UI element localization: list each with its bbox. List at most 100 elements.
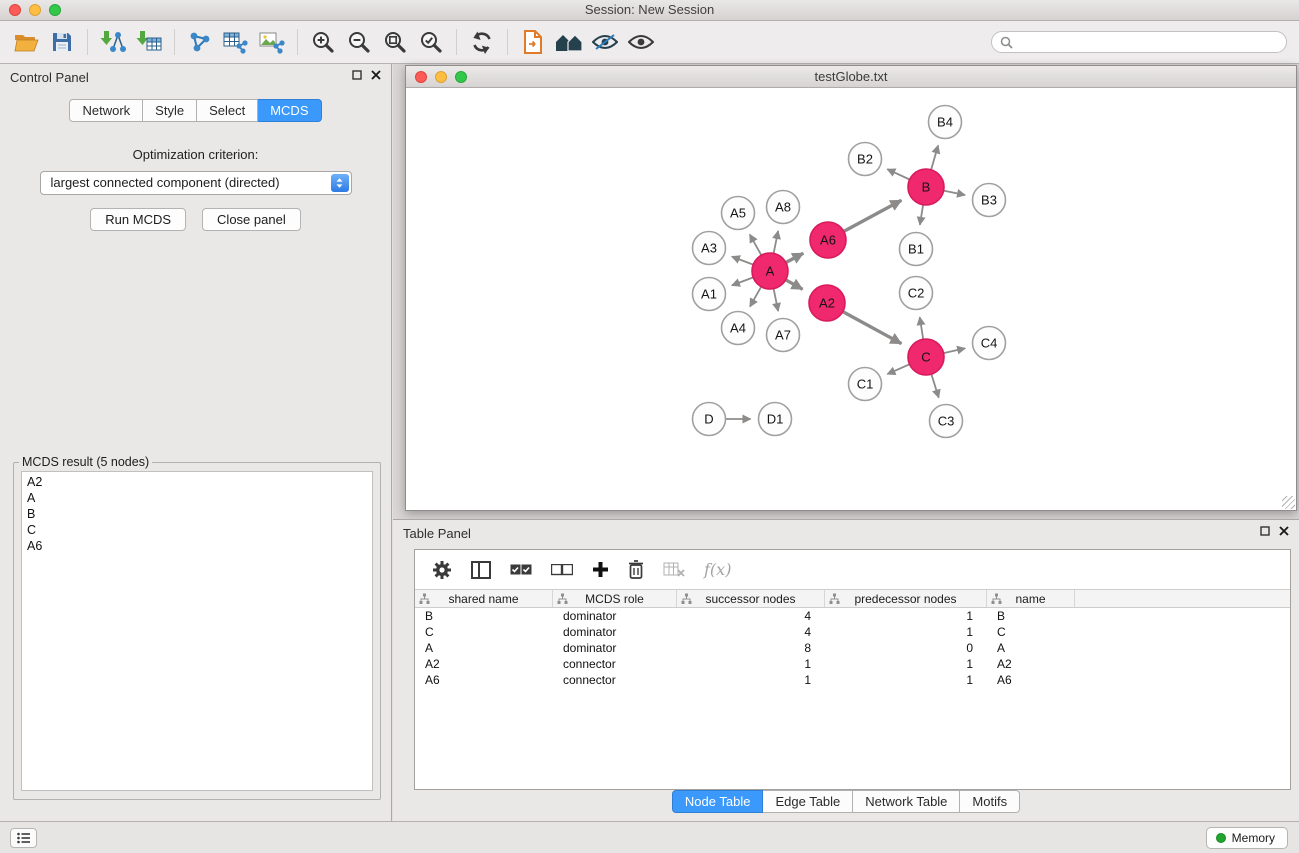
- function-builder-button[interactable]: f(x): [704, 560, 731, 579]
- open-session-button[interactable]: [8, 25, 44, 59]
- float-panel-icon[interactable]: [352, 70, 362, 80]
- tab-mcds[interactable]: MCDS: [258, 99, 321, 122]
- graph-node-D[interactable]: D: [693, 403, 726, 436]
- graph-node-A2[interactable]: A2: [809, 285, 845, 321]
- edge-A-A8[interactable]: [774, 231, 779, 253]
- edge-C-C4[interactable]: [944, 348, 966, 353]
- new-network-button[interactable]: [182, 25, 218, 59]
- optimization-criterion-select[interactable]: largest connected component (directed): [40, 171, 352, 195]
- network-graph[interactable]: B4B2BB3A5A8A6A3B1AA1A2C2A4A7C4CC1C3DD1: [406, 88, 1294, 510]
- graph-node-A[interactable]: A: [752, 253, 788, 289]
- network-from-table-button[interactable]: [218, 25, 254, 59]
- edge-A-A7[interactable]: [774, 289, 779, 311]
- graph-node-B4[interactable]: B4: [929, 106, 962, 139]
- search-field[interactable]: [991, 31, 1287, 53]
- tab-style[interactable]: Style: [143, 99, 197, 122]
- memory-button[interactable]: Memory: [1206, 827, 1288, 849]
- mcds-result-list[interactable]: A2ABCA6: [21, 471, 373, 791]
- edge-B-B2[interactable]: [887, 169, 909, 179]
- tab-node-table[interactable]: Node Table: [672, 790, 764, 813]
- list-item[interactable]: B: [27, 506, 367, 522]
- delete-column-button[interactable]: [628, 560, 644, 579]
- list-item[interactable]: A6: [27, 538, 367, 554]
- graph-node-B[interactable]: B: [908, 169, 944, 205]
- edge-A-A5[interactable]: [750, 235, 762, 256]
- edge-A-A6[interactable]: [786, 253, 803, 262]
- edge-A-A1[interactable]: [732, 277, 753, 285]
- close-panel-icon[interactable]: [371, 70, 381, 80]
- deselect-all-button[interactable]: [551, 564, 573, 576]
- graph-node-B2[interactable]: B2: [849, 143, 882, 176]
- edge-C-C3[interactable]: [931, 374, 938, 397]
- edge-B-B1[interactable]: [920, 205, 923, 225]
- close-table-panel-icon[interactable]: [1279, 526, 1289, 536]
- edge-A6-B[interactable]: [844, 200, 902, 231]
- close-window-button[interactable]: [9, 4, 21, 16]
- graph-node-C[interactable]: C: [908, 339, 944, 375]
- annotation-toggle-button[interactable]: [587, 25, 623, 59]
- column-header-predecessor-nodes[interactable]: predecessor nodes: [825, 590, 987, 607]
- tab-edge-table[interactable]: Edge Table: [763, 790, 853, 813]
- minimize-network-window-button[interactable]: [435, 71, 447, 83]
- edge-B-B4[interactable]: [931, 146, 938, 170]
- edge-A-A3[interactable]: [732, 257, 753, 265]
- select-all-button[interactable]: [510, 564, 532, 576]
- resize-grip[interactable]: [1282, 496, 1295, 509]
- run-mcds-button[interactable]: Run MCDS: [90, 208, 186, 231]
- graph-node-A1[interactable]: A1: [693, 278, 726, 311]
- list-item[interactable]: A: [27, 490, 367, 506]
- show-column-panel-button[interactable]: [471, 561, 491, 579]
- zoom-window-button[interactable]: [49, 4, 61, 16]
- graph-node-D1[interactable]: D1: [759, 403, 792, 436]
- task-history-button[interactable]: [10, 828, 37, 848]
- tab-network[interactable]: Network: [69, 99, 143, 122]
- refresh-layout-button[interactable]: [464, 25, 500, 59]
- zoom-selected-button[interactable]: [413, 25, 449, 59]
- table-settings-button[interactable]: [432, 560, 452, 580]
- close-network-window-button[interactable]: [415, 71, 427, 83]
- show-graphics-button[interactable]: [623, 25, 659, 59]
- tab-select[interactable]: Select: [197, 99, 258, 122]
- list-item[interactable]: A2: [27, 474, 367, 490]
- graph-node-A4[interactable]: A4: [722, 312, 755, 345]
- graph-node-C2[interactable]: C2: [900, 277, 933, 310]
- column-header-shared-name[interactable]: shared name: [415, 590, 553, 607]
- table-row[interactable]: A2connector11A2: [415, 656, 1290, 672]
- table-row[interactable]: Bdominator41B: [415, 608, 1290, 624]
- import-network-file-button[interactable]: [95, 25, 131, 59]
- column-header-name[interactable]: name: [987, 590, 1075, 607]
- zoom-out-button[interactable]: [341, 25, 377, 59]
- home-button[interactable]: [551, 25, 587, 59]
- close-panel-button[interactable]: Close panel: [202, 208, 301, 231]
- table-row[interactable]: A6connector11A6: [415, 672, 1290, 688]
- edge-A-A4[interactable]: [750, 287, 761, 307]
- search-input[interactable]: [1018, 35, 1278, 49]
- network-canvas[interactable]: B4B2BB3A5A8A6A3B1AA1A2C2A4A7C4CC1C3DD1: [406, 88, 1296, 510]
- delete-table-button[interactable]: [663, 562, 685, 578]
- edge-B-B3[interactable]: [944, 191, 965, 195]
- tab-network-table[interactable]: Network Table: [853, 790, 960, 813]
- graph-node-A8[interactable]: A8: [767, 191, 800, 224]
- float-table-panel-icon[interactable]: [1260, 526, 1270, 536]
- network-window-titlebar[interactable]: testGlobe.txt: [406, 66, 1296, 88]
- graph-node-B3[interactable]: B3: [973, 184, 1006, 217]
- graph-node-C4[interactable]: C4: [973, 327, 1006, 360]
- zoom-network-window-button[interactable]: [455, 71, 467, 83]
- column-header-successor-nodes[interactable]: successor nodes: [677, 590, 825, 607]
- edge-A2-C[interactable]: [843, 312, 902, 344]
- tab-motifs[interactable]: Motifs: [960, 790, 1020, 813]
- save-session-button[interactable]: [44, 25, 80, 59]
- add-column-button[interactable]: [592, 561, 609, 578]
- edge-C-C2[interactable]: [920, 317, 923, 339]
- open-document-button[interactable]: [515, 25, 551, 59]
- edge-A-A2[interactable]: [786, 280, 803, 290]
- minimize-window-button[interactable]: [29, 4, 41, 16]
- zoom-in-button[interactable]: [305, 25, 341, 59]
- table-row[interactable]: Cdominator41C: [415, 624, 1290, 640]
- network-image-button[interactable]: [254, 25, 290, 59]
- graph-node-A5[interactable]: A5: [722, 197, 755, 230]
- graph-node-C1[interactable]: C1: [849, 368, 882, 401]
- import-table-file-button[interactable]: [131, 25, 167, 59]
- edge-C-C1[interactable]: [887, 364, 909, 374]
- graph-node-A6[interactable]: A6: [810, 222, 846, 258]
